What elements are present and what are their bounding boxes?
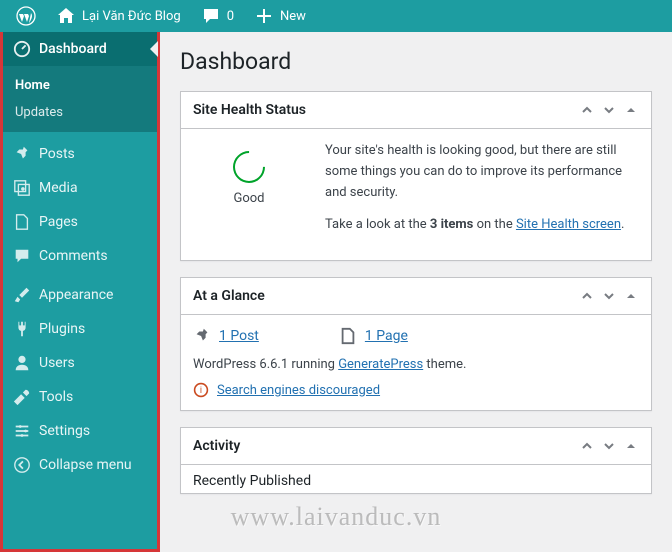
home-icon [56, 6, 76, 26]
page-icon [339, 327, 357, 345]
health-indicator: Good [193, 141, 305, 248]
toggle-button[interactable] [623, 102, 639, 118]
plug-icon [13, 320, 31, 338]
pin-icon [193, 327, 211, 345]
move-up-button[interactable] [579, 102, 595, 118]
sidebar-item-label: Settings [39, 423, 90, 439]
box-title: At a Glance [193, 288, 265, 304]
site-health-box: Site Health Status Good Your site's heal… [180, 91, 652, 261]
box-header: Site Health Status [181, 92, 651, 129]
sidebar-item-label: Collapse menu [39, 457, 132, 473]
seo-notice: i Search engines discouraged [193, 382, 639, 398]
sidebar-item-plugins[interactable]: Plugins [3, 312, 157, 346]
sidebar-item-label: Comments [39, 248, 108, 264]
sidebar-item-pages[interactable]: Pages [3, 205, 157, 239]
move-down-button[interactable] [601, 102, 617, 118]
comment-count: 0 [227, 9, 234, 24]
at-a-glance-box: At a Glance 1 Post 1 Page [180, 277, 652, 411]
pin-icon [13, 145, 31, 163]
site-health-link[interactable]: Site Health screen [516, 217, 621, 232]
move-down-button[interactable] [601, 438, 617, 454]
sidebar-item-label: Users [39, 355, 75, 371]
comment-icon [13, 247, 31, 265]
health-cta: Take a look at the 3 items on the Site H… [325, 215, 639, 236]
move-up-button[interactable] [579, 288, 595, 304]
sidebar-item-label: Posts [39, 146, 75, 162]
wp-logo-menu[interactable] [8, 0, 44, 32]
svg-text:i: i [200, 386, 202, 396]
move-up-button[interactable] [579, 438, 595, 454]
health-description: Your site's health is looking good, but … [325, 141, 639, 203]
page-title: Dashboard [180, 48, 652, 75]
new-label: New [280, 9, 306, 24]
theme-link[interactable]: GeneratePress [338, 357, 423, 372]
comments-link[interactable]: 0 [193, 0, 242, 32]
wordpress-icon [16, 6, 36, 26]
sidebar-item-label: Plugins [39, 321, 85, 337]
health-status: Good [233, 191, 265, 206]
sidebar-item-posts[interactable]: Posts [3, 137, 157, 171]
toggle-button[interactable] [623, 288, 639, 304]
box-header: At a Glance [181, 278, 651, 315]
sidebar-item-settings[interactable]: Settings [3, 414, 157, 448]
sidebar-item-comments[interactable]: Comments [3, 239, 157, 273]
move-down-button[interactable] [601, 288, 617, 304]
box-header: Activity [181, 428, 651, 465]
sidebar-item-appearance[interactable]: Appearance [3, 278, 157, 312]
health-circle-icon [226, 144, 271, 189]
sidebar-item-label: Dashboard [39, 41, 107, 57]
submenu-home[interactable]: Home [3, 72, 157, 99]
sidebar-item-label: Pages [39, 214, 78, 230]
wrench-icon [13, 388, 31, 406]
sidebar-item-label: Tools [39, 389, 73, 405]
brush-icon [13, 286, 31, 304]
page-icon [13, 213, 31, 231]
collapse-menu-button[interactable]: Collapse menu [3, 448, 157, 482]
activity-subheading: Recently Published [181, 465, 651, 493]
dashboard-icon [13, 40, 31, 58]
new-content-link[interactable]: New [246, 0, 314, 32]
box-title: Site Health Status [193, 102, 306, 118]
glance-pages: 1 Page [339, 327, 408, 345]
user-icon [13, 354, 31, 372]
dashboard-submenu: Home Updates [3, 66, 157, 132]
main-content: Dashboard Site Health Status Good Y [160, 32, 672, 552]
submenu-updates[interactable]: Updates [3, 99, 157, 126]
plus-icon [254, 6, 274, 26]
wp-version: WordPress 6.6.1 running GeneratePress th… [193, 357, 639, 372]
site-name-link[interactable]: Lại Văn Đức Blog [48, 0, 189, 32]
posts-link[interactable]: 1 Post [219, 328, 259, 344]
seo-notice-link[interactable]: Search engines discouraged [217, 383, 380, 398]
admin-sidebar: Dashboard Home Updates Posts Media Pages… [0, 32, 160, 552]
sidebar-item-dashboard[interactable]: Dashboard [3, 32, 157, 66]
comment-icon [201, 6, 221, 26]
info-icon: i [193, 382, 209, 398]
pages-link[interactable]: 1 Page [365, 328, 408, 344]
media-icon [13, 179, 31, 197]
admin-toolbar: Lại Văn Đức Blog 0 New [0, 0, 672, 32]
sidebar-item-media[interactable]: Media [3, 171, 157, 205]
sliders-icon [13, 422, 31, 440]
site-name: Lại Văn Đức Blog [82, 9, 181, 24]
sidebar-item-label: Appearance [39, 287, 113, 303]
box-title: Activity [193, 438, 240, 454]
glance-posts: 1 Post [193, 327, 259, 345]
toggle-button[interactable] [623, 438, 639, 454]
collapse-icon [13, 456, 31, 474]
sidebar-item-users[interactable]: Users [3, 346, 157, 380]
sidebar-item-tools[interactable]: Tools [3, 380, 157, 414]
activity-box: Activity Recently Published [180, 427, 652, 494]
sidebar-item-label: Media [39, 180, 78, 196]
